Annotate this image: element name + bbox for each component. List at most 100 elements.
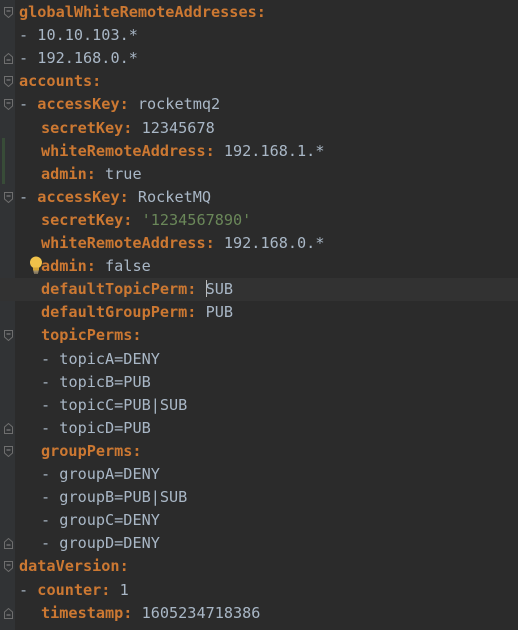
yaml-value: 1	[110, 580, 129, 599]
code-line-text: - accessKey: RocketMQ	[19, 186, 211, 209]
list-dash: -	[19, 580, 38, 599]
code-line[interactable]: globalWhiteRemoteAddresses:	[0, 1, 518, 24]
fold-open-icon[interactable]	[4, 7, 13, 18]
yaml-key: accessKey:	[37, 95, 129, 114]
code-line[interactable]: defaultTopicPerm: SUB	[0, 278, 518, 302]
yaml-value: topicC=PUB|SUB	[59, 395, 188, 414]
code-line[interactable]: - topicC=PUB|SUB	[0, 394, 518, 417]
list-dash: -	[41, 349, 60, 368]
yaml-value: 192.168.0.*	[214, 234, 325, 252]
code-line-text: globalWhiteRemoteAddresses:	[19, 1, 266, 24]
code-line[interactable]: secretKey: 12345678	[0, 117, 518, 140]
fold-open-icon[interactable]	[4, 191, 13, 203]
yaml-key: defaultGroupPerm:	[41, 303, 197, 322]
yaml-key: timestamp:	[41, 603, 133, 622]
code-line[interactable]: - accessKey: RocketMQ	[0, 186, 518, 209]
yaml-key: whiteRemoteAddress:	[41, 141, 215, 160]
code-line-text: whiteRemoteAddress: 192.168.1.*	[41, 140, 324, 163]
yaml-key: accounts:	[19, 72, 102, 91]
code-line-text: secretKey: 12345678	[41, 117, 215, 140]
code-line[interactable]: - counter: 1	[0, 579, 518, 602]
code-line-text: dataVersion:	[19, 555, 129, 578]
code-line[interactable]: - groupC=DENY	[0, 509, 518, 532]
code-line-text: - 192.168.0.*	[19, 47, 138, 70]
fold-open-icon[interactable]	[4, 561, 13, 573]
code-line-text: - groupB=PUB|SUB	[41, 486, 187, 509]
list-dash: -	[19, 95, 38, 114]
code-editor[interactable]: globalWhiteRemoteAddresses: - 10.10.103.*…	[0, 0, 518, 630]
list-dash: -	[41, 534, 60, 553]
code-line-text: - groupA=DENY	[41, 463, 160, 486]
list-dash: -	[41, 395, 60, 414]
yaml-key: accessKey:	[37, 187, 129, 206]
code-line[interactable]: topicPerms:	[0, 324, 518, 347]
list-dash: -	[41, 372, 60, 391]
yaml-value: groupB=PUB|SUB	[59, 488, 188, 507]
yaml-value: SUB	[205, 280, 234, 299]
fold-close-icon[interactable]	[4, 607, 13, 619]
yaml-value: groupC=DENY	[59, 511, 160, 530]
yaml-value: groupD=DENY	[59, 534, 160, 553]
yaml-value: rocketmq2	[128, 95, 221, 114]
code-line-text: groupPerms:	[41, 440, 142, 463]
code-line[interactable]: admin: false	[0, 255, 518, 278]
code-line-text: defaultTopicPerm: SUB	[41, 278, 233, 301]
fold-open-icon[interactable]	[4, 330, 13, 342]
yaml-key: defaultTopicPerm:	[41, 280, 197, 299]
yaml-value: topicD=PUB	[59, 418, 151, 437]
code-line[interactable]: - 10.10.103.*	[0, 24, 518, 47]
list-dash: -	[41, 511, 60, 530]
code-line[interactable]: groupPerms:	[0, 440, 518, 463]
code-line[interactable]: - groupA=DENY	[0, 463, 518, 486]
yaml-value: topicA=DENY	[59, 349, 160, 368]
code-line[interactable]: - 192.168.0.*	[0, 47, 518, 70]
list-dash: -	[19, 49, 38, 68]
yaml-value: RocketMQ	[128, 187, 212, 206]
yaml-value: 192.168.1.*	[214, 141, 325, 160]
fold-close-icon[interactable]	[4, 53, 13, 65]
yaml-value: true	[95, 164, 142, 183]
yaml-key: admin:	[41, 164, 96, 183]
code-line-text: - groupC=DENY	[41, 509, 160, 532]
code-line-text: - topicA=DENY	[41, 348, 160, 371]
code-line[interactable]: - topicA=DENY	[0, 348, 518, 371]
yaml-value: PUB	[196, 303, 234, 322]
yaml-value: 10.10.103.*	[37, 26, 138, 45]
code-line[interactable]: secretKey: '1234567890'	[0, 209, 518, 232]
code-line[interactable]: - accessKey: rocketmq2	[0, 93, 518, 116]
fold-close-icon[interactable]	[4, 538, 13, 550]
code-line[interactable]: - topicD=PUB	[0, 417, 518, 440]
code-line[interactable]: - topicB=PUB	[0, 371, 518, 394]
yaml-value	[196, 280, 205, 298]
fold-open-icon[interactable]	[4, 99, 13, 111]
code-line[interactable]: defaultGroupPerm: PUB	[0, 301, 518, 324]
yaml-value: topicB=PUB	[59, 372, 151, 391]
fold-open-icon[interactable]	[4, 445, 13, 457]
fold-close-icon[interactable]	[4, 422, 13, 434]
code-line-text: - topicC=PUB|SUB	[41, 394, 187, 417]
code-line[interactable]: - groupD=DENY	[0, 532, 518, 555]
code-line[interactable]: dataVersion:	[0, 555, 518, 578]
code-line[interactable]: whiteRemoteAddress: 192.168.1.*	[0, 140, 518, 163]
fold-open-icon[interactable]	[4, 76, 13, 88]
code-line-text: - accessKey: rocketmq2	[19, 93, 220, 116]
code-line[interactable]: whiteRemoteAddress: 192.168.0.*	[0, 232, 518, 255]
code-line-text: secretKey: '1234567890'	[41, 209, 251, 232]
code-line[interactable]: accounts:	[0, 70, 518, 93]
yaml-value: false	[95, 257, 151, 276]
yaml-key: counter:	[37, 580, 111, 599]
code-line[interactable]: timestamp: 1605234718386	[0, 602, 518, 625]
lightbulb-icon[interactable]	[27, 255, 45, 275]
code-line[interactable]: - groupB=PUB|SUB	[0, 486, 518, 509]
yaml-key: admin:	[41, 257, 96, 276]
yaml-key: whiteRemoteAddress:	[41, 234, 215, 252]
list-dash: -	[19, 26, 38, 45]
code-line[interactable]: admin: true	[0, 163, 518, 186]
yaml-value: 1605234718386	[132, 603, 261, 622]
code-line-text: accounts:	[19, 70, 101, 93]
yaml-key: globalWhiteRemoteAddresses:	[19, 3, 266, 21]
yaml-key: secretKey:	[41, 118, 133, 137]
code-line-text: timestamp: 1605234718386	[41, 602, 260, 625]
code-line-text: admin: true	[41, 163, 142, 186]
list-dash: -	[41, 465, 60, 483]
